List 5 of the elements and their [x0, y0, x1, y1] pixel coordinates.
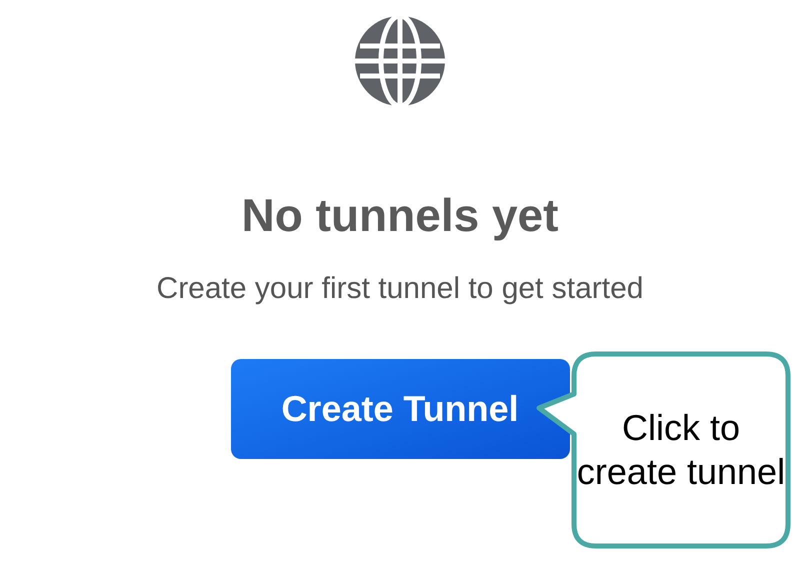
globe-icon: [354, 15, 446, 107]
empty-state-message: Create your first tunnel to get started: [156, 271, 644, 307]
callout-text: Click to create tunnel: [576, 406, 786, 494]
create-tunnel-button[interactable]: Create Tunnel: [230, 359, 570, 459]
empty-state-title: No tunnels yet: [242, 189, 558, 241]
